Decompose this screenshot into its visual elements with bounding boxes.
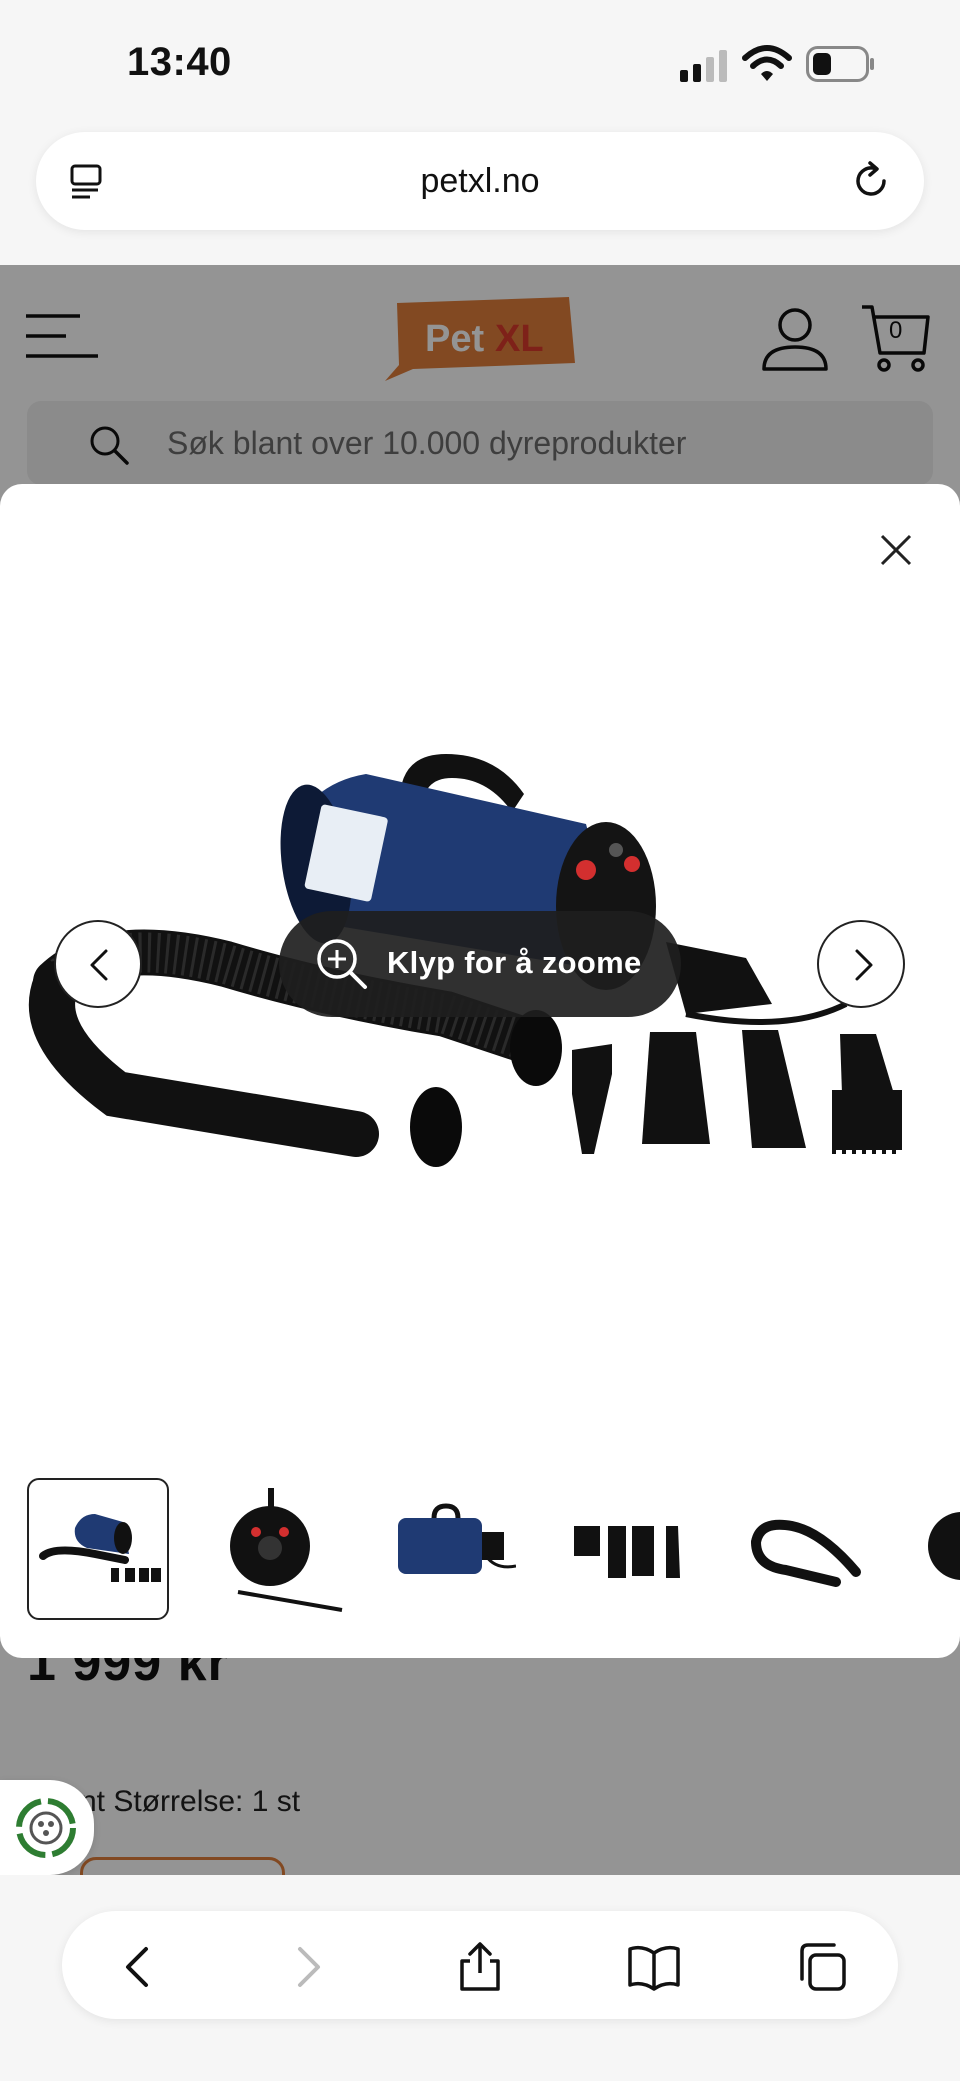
status-time: 13:40 <box>127 40 232 84</box>
battery-icon <box>806 46 874 82</box>
thumb-hose[interactable] <box>740 1478 882 1620</box>
recycle-badge-icon <box>16 1798 76 1858</box>
close-icon[interactable] <box>876 530 916 570</box>
thumb-partial[interactable] <box>916 1478 960 1620</box>
next-image-button[interactable] <box>817 920 905 1008</box>
cellular-signal-icon <box>680 50 727 82</box>
status-bar: 13:40 <box>0 0 960 130</box>
toolbar-pill <box>62 1911 898 2019</box>
previous-image-button[interactable] <box>54 920 142 1008</box>
wifi-icon <box>742 45 792 81</box>
browser-address-area: petxl.no <box>0 130 960 265</box>
forward-icon[interactable] <box>282 1941 334 1993</box>
recycle-badge[interactable] <box>0 1780 94 1875</box>
browser-toolbar <box>0 1875 960 2081</box>
thumb-dryer-set[interactable] <box>27 1478 169 1620</box>
image-gallery-modal: Klyp for å zoome <box>0 484 960 1658</box>
url-text[interactable]: petxl.no <box>36 162 924 201</box>
zoom-in-icon <box>317 939 367 989</box>
chevron-right-icon <box>855 949 873 981</box>
bookmarks-icon[interactable] <box>628 1941 680 1993</box>
pinch-to-zoom-hint: Klyp for å zoome <box>279 911 681 1017</box>
thumb-dryer-side[interactable] <box>380 1478 522 1620</box>
share-icon[interactable] <box>454 1941 506 1993</box>
back-icon[interactable] <box>112 1941 164 1993</box>
reload-icon[interactable] <box>850 160 892 202</box>
thumb-dryer-front[interactable] <box>212 1478 354 1620</box>
tabs-icon[interactable] <box>796 1941 848 1993</box>
address-bar[interactable]: petxl.no <box>36 132 924 230</box>
thumb-nozzles[interactable] <box>560 1478 702 1620</box>
zoom-hint-text: Klyp for å zoome <box>387 945 642 980</box>
chevron-left-icon <box>90 949 108 981</box>
thumbnail-strip <box>0 1478 960 1628</box>
